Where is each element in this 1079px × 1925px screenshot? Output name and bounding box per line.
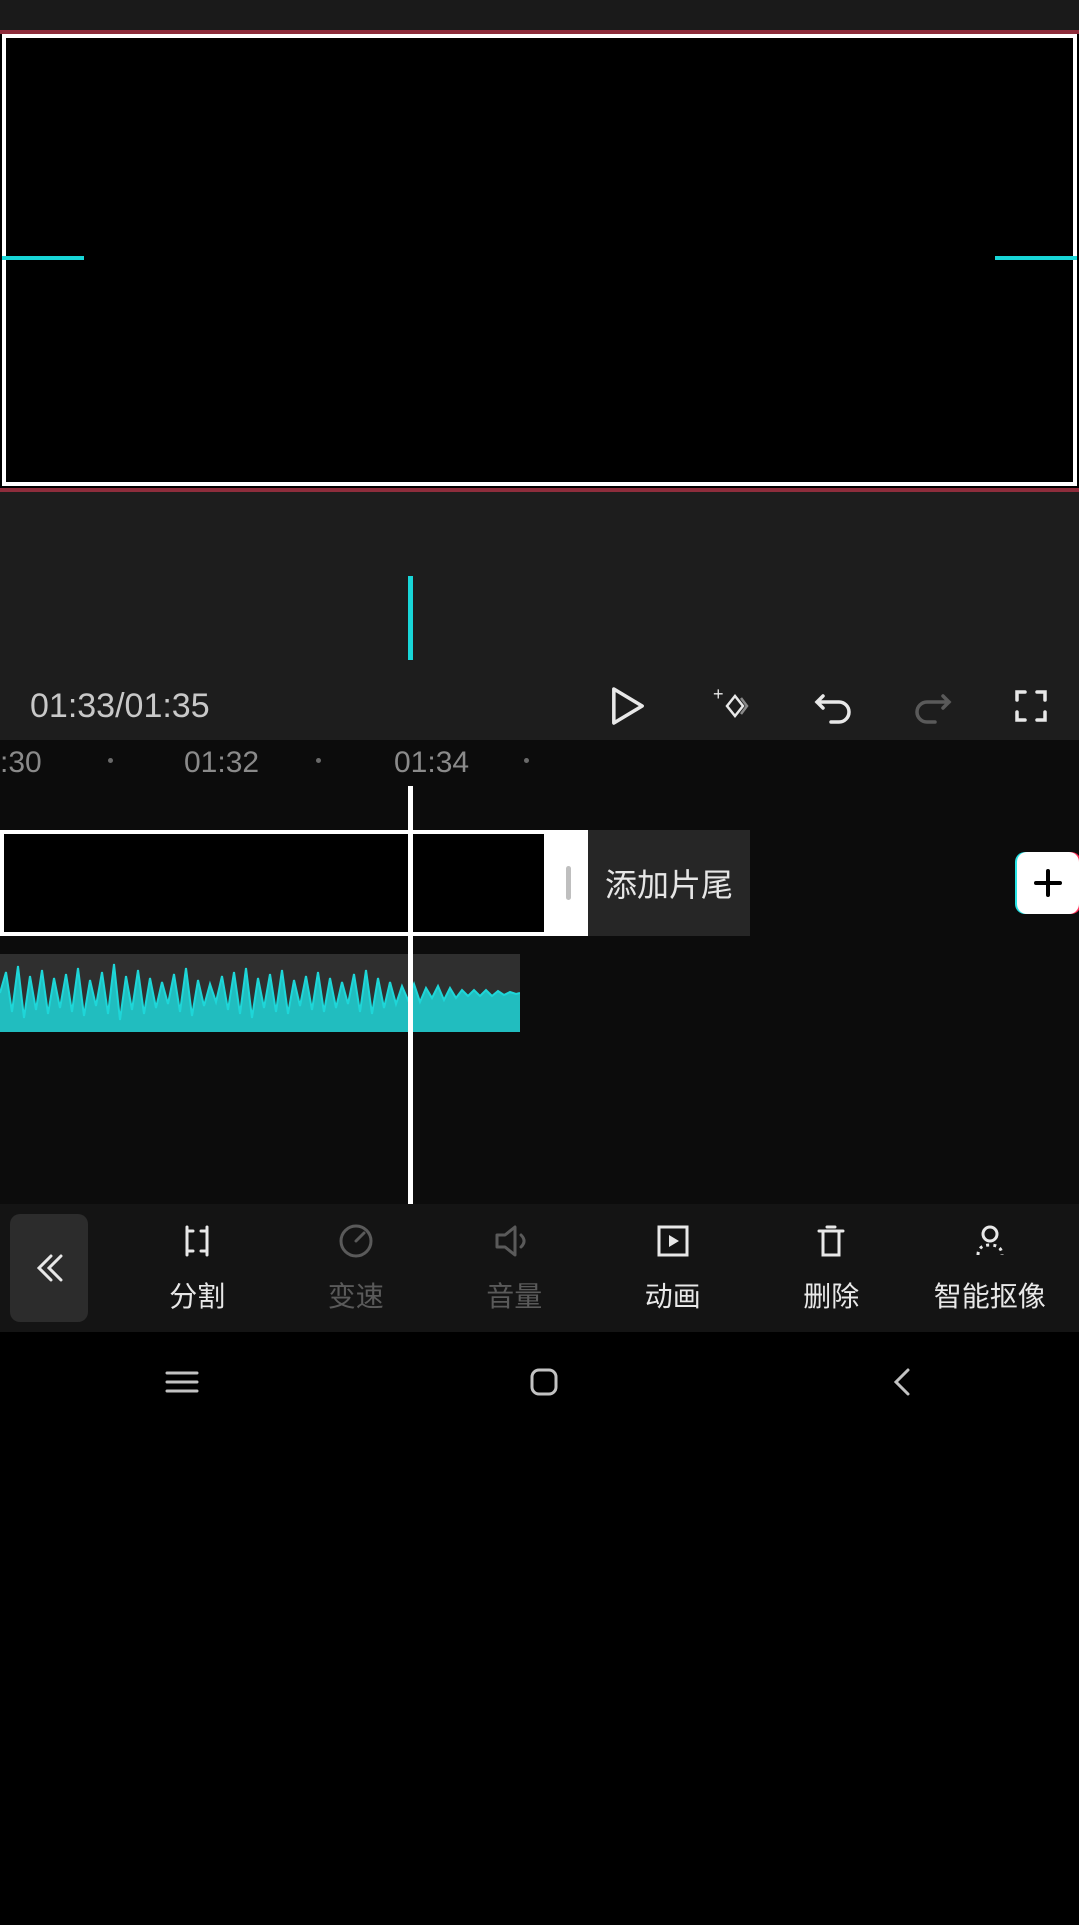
animation-icon [653, 1221, 693, 1261]
tool-animation[interactable]: 动画 [594, 1221, 753, 1315]
ruler-dot [108, 758, 113, 763]
crop-handle-left[interactable] [2, 256, 84, 260]
keyframe-button[interactable]: + [705, 686, 753, 726]
edit-toolbar: 分割 变速 音量 动画 删除 智能抠像 [0, 1204, 1079, 1332]
ruler-dot [316, 758, 321, 763]
svg-text:+: + [713, 686, 724, 704]
add-ending-button[interactable]: 添加片尾 [588, 830, 750, 936]
audio-track[interactable] [0, 954, 520, 1032]
time-ruler[interactable]: :30 01:32 01:34 [0, 740, 1079, 786]
redo-button[interactable] [913, 688, 953, 724]
toolbar-back-button[interactable] [10, 1214, 88, 1322]
ruler-tick: 01:34 [394, 746, 469, 780]
system-navbar [0, 1332, 1079, 1426]
play-button[interactable] [611, 686, 645, 726]
fullscreen-button[interactable] [1013, 688, 1049, 724]
video-preview[interactable] [2, 34, 1077, 486]
speed-icon [336, 1221, 376, 1261]
ruler-tick: 01:32 [184, 746, 259, 780]
status-bar [0, 0, 1079, 30]
playback-controls: 01:33/01:35 + [0, 492, 1079, 740]
ruler-dot [524, 758, 529, 763]
tool-volume: 音量 [435, 1221, 594, 1315]
nav-home-button[interactable] [528, 1366, 560, 1398]
tool-delete[interactable]: 删除 [752, 1221, 911, 1315]
tool-split[interactable]: 分割 [118, 1221, 277, 1315]
cursor-indicator [408, 576, 413, 660]
volume-icon [493, 1221, 535, 1261]
add-clip-button[interactable] [1017, 852, 1079, 914]
split-icon [177, 1221, 217, 1261]
undo-button[interactable] [813, 688, 853, 724]
nav-back-button[interactable] [890, 1366, 914, 1398]
video-clip[interactable] [0, 830, 548, 936]
time-display: 01:33/01:35 [30, 687, 451, 726]
playhead[interactable] [408, 786, 413, 1204]
person-cutout-icon [970, 1221, 1010, 1261]
crop-handle-right[interactable] [995, 256, 1077, 260]
ruler-tick: :30 [0, 746, 42, 780]
delete-icon [813, 1221, 849, 1261]
tool-speed: 变速 [277, 1221, 436, 1315]
nav-recent-button[interactable] [165, 1369, 199, 1395]
timeline[interactable]: 添加片尾 [0, 786, 1079, 1204]
tool-cutout[interactable]: 智能抠像 [911, 1221, 1070, 1315]
clip-trim-handle[interactable] [548, 830, 588, 936]
